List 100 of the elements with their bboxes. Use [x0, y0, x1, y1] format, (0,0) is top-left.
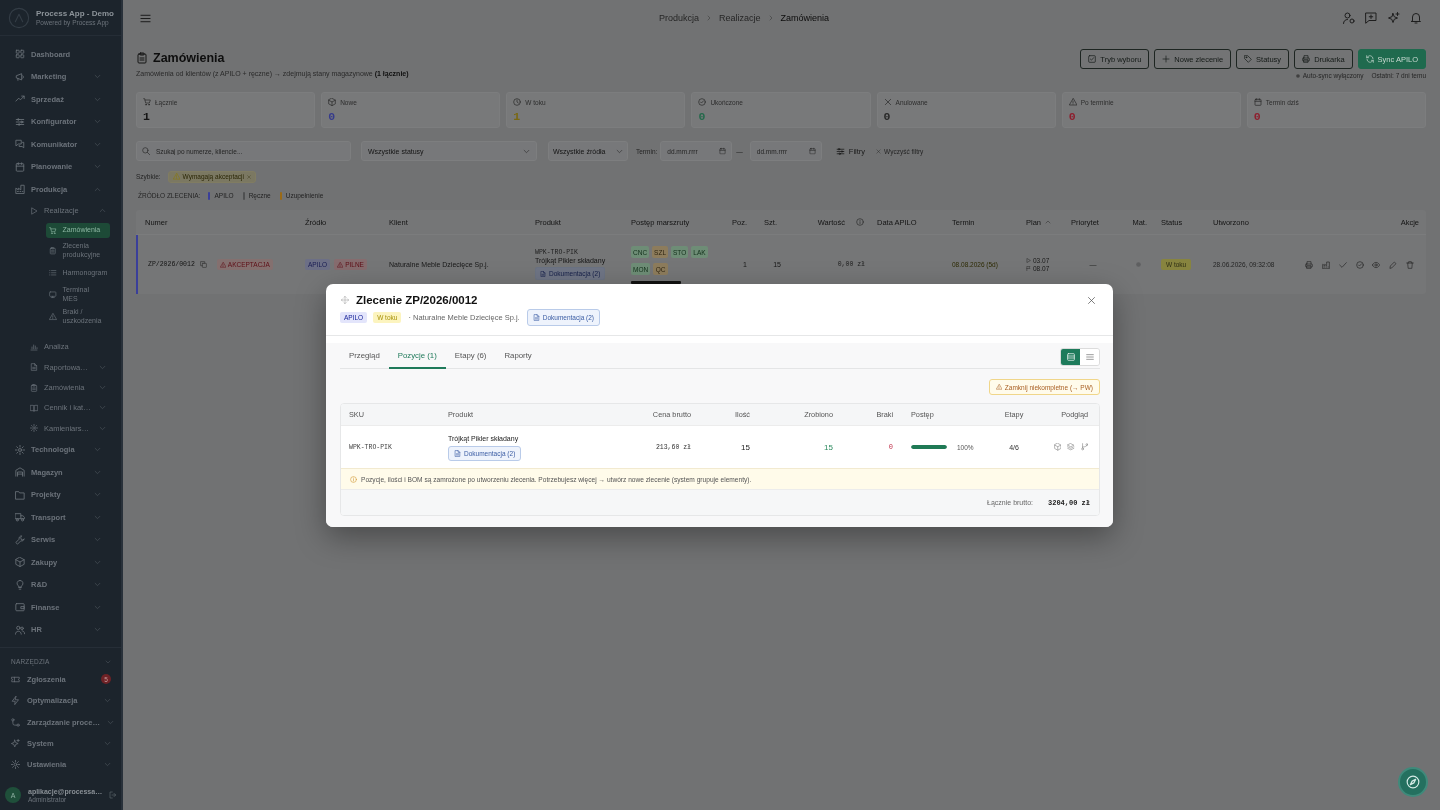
eye-icon[interactable] — [1372, 260, 1381, 269]
chevron-down-icon — [523, 147, 530, 155]
checkbox-icon — [1088, 55, 1097, 63]
trash-icon[interactable] — [1406, 260, 1414, 269]
book-icon — [30, 403, 38, 412]
close-icon[interactable] — [1087, 295, 1096, 305]
warning-icon — [337, 261, 344, 268]
document-icon — [454, 449, 461, 457]
sparkle-icon[interactable] — [1387, 12, 1400, 24]
pencil-icon[interactable] — [1389, 260, 1398, 269]
play-icon — [1026, 258, 1031, 264]
tag-icon — [1244, 55, 1253, 63]
ticket-icon — [11, 674, 20, 684]
calendar-icon — [15, 161, 25, 172]
list-icon — [1085, 352, 1094, 361]
bell-icon[interactable] — [1410, 12, 1422, 24]
close-icon — [876, 148, 882, 154]
chat-icon — [15, 139, 25, 150]
refresh-icon — [1365, 55, 1374, 63]
cube-icon[interactable] — [1053, 443, 1061, 451]
message-icon[interactable] — [1365, 12, 1377, 24]
move-icon[interactable] — [341, 296, 349, 304]
status-dot-icon — [1295, 74, 1300, 78]
clipboard-icon — [30, 383, 38, 392]
bar-chart-icon — [30, 342, 38, 351]
menu-button[interactable] — [140, 12, 151, 24]
settings-icon — [11, 760, 20, 770]
bolt-icon — [11, 696, 20, 706]
app-name: Process App - Demo — [36, 8, 114, 19]
printer-icon[interactable] — [1305, 260, 1314, 269]
megaphone-icon — [15, 71, 25, 82]
view-toggle-button[interactable] — [1061, 348, 1080, 365]
page-title: Zamówienia — [153, 50, 225, 67]
copy-icon[interactable] — [199, 261, 207, 268]
breadcrumb-link[interactable]: Produkcja — [659, 13, 700, 23]
factory-icon — [15, 184, 25, 195]
cart-icon — [143, 98, 151, 106]
gear-icon — [15, 444, 25, 455]
users-icon — [15, 624, 25, 635]
info-icon — [350, 475, 357, 483]
panel-icon — [1066, 352, 1075, 361]
calendar-icon — [1253, 98, 1262, 106]
cart-icon — [49, 226, 57, 235]
view-toggle-button[interactable] — [1080, 348, 1099, 365]
wrench-icon — [15, 534, 25, 545]
stat-value: 0 — [1253, 110, 1262, 123]
package-icon — [328, 98, 337, 106]
calendar-icon — [719, 147, 727, 155]
done-count: 15 — [824, 442, 833, 452]
list-icon — [49, 269, 57, 277]
stat-value: 1 — [513, 110, 522, 123]
sliders-icon — [835, 146, 845, 156]
plus-icon — [1162, 55, 1171, 63]
workflow-icon — [11, 717, 20, 727]
folder-icon — [15, 489, 25, 500]
floating-action-button[interactable] — [1398, 767, 1428, 797]
wallet-icon — [15, 602, 25, 613]
breadcrumb-link[interactable]: Realizacje — [719, 13, 761, 23]
stat-value: 0 — [328, 110, 337, 123]
calendar-icon — [808, 147, 816, 155]
menu-icon — [140, 12, 151, 24]
route-bar — [631, 281, 681, 284]
monitor-icon — [49, 291, 57, 299]
branch-icon[interactable] — [1080, 443, 1088, 451]
clock-icon — [513, 98, 522, 106]
dialog-title: Zlecenie ZP/2026/0012 — [356, 293, 478, 308]
logo-icon — [8, 6, 30, 29]
check-icon[interactable] — [1338, 260, 1347, 269]
truck-icon — [15, 512, 25, 523]
clipboard-icon — [49, 247, 57, 255]
warehouse-icon — [15, 467, 25, 478]
user-settings-icon[interactable] — [1342, 12, 1355, 24]
stat-value: 0 — [1068, 110, 1077, 123]
layers-icon[interactable] — [1067, 443, 1075, 451]
compass-icon — [1406, 775, 1420, 789]
document-icon — [532, 314, 540, 321]
chevron-right-icon — [706, 15, 713, 21]
logout-icon[interactable] — [109, 791, 118, 799]
document-icon — [540, 270, 546, 277]
lightbulb-icon — [15, 579, 25, 590]
clipboard-icon — [136, 52, 148, 64]
search-icon — [142, 147, 150, 155]
document-icon — [30, 363, 38, 372]
stat-value: 1 — [143, 110, 151, 123]
play-icon — [30, 206, 38, 215]
factory-icon[interactable] — [1322, 260, 1330, 269]
trend-line-icon — [15, 94, 25, 105]
warning-icon — [172, 173, 180, 180]
cross-icon — [883, 98, 892, 106]
stat-value: 0 — [698, 110, 707, 123]
stat-value: 0 — [883, 110, 892, 123]
chevron-up-icon[interactable] — [1045, 219, 1051, 225]
check-circle-icon[interactable] — [1355, 260, 1364, 269]
quantity-value: 15 — [741, 442, 750, 452]
warning-icon — [219, 261, 226, 268]
flag-icon — [1026, 265, 1031, 271]
chevron-down-icon — [616, 147, 623, 155]
breadcrumb-current: Zamówienia — [780, 13, 830, 23]
sliders-icon — [15, 116, 25, 127]
check-circle-icon — [698, 98, 707, 106]
